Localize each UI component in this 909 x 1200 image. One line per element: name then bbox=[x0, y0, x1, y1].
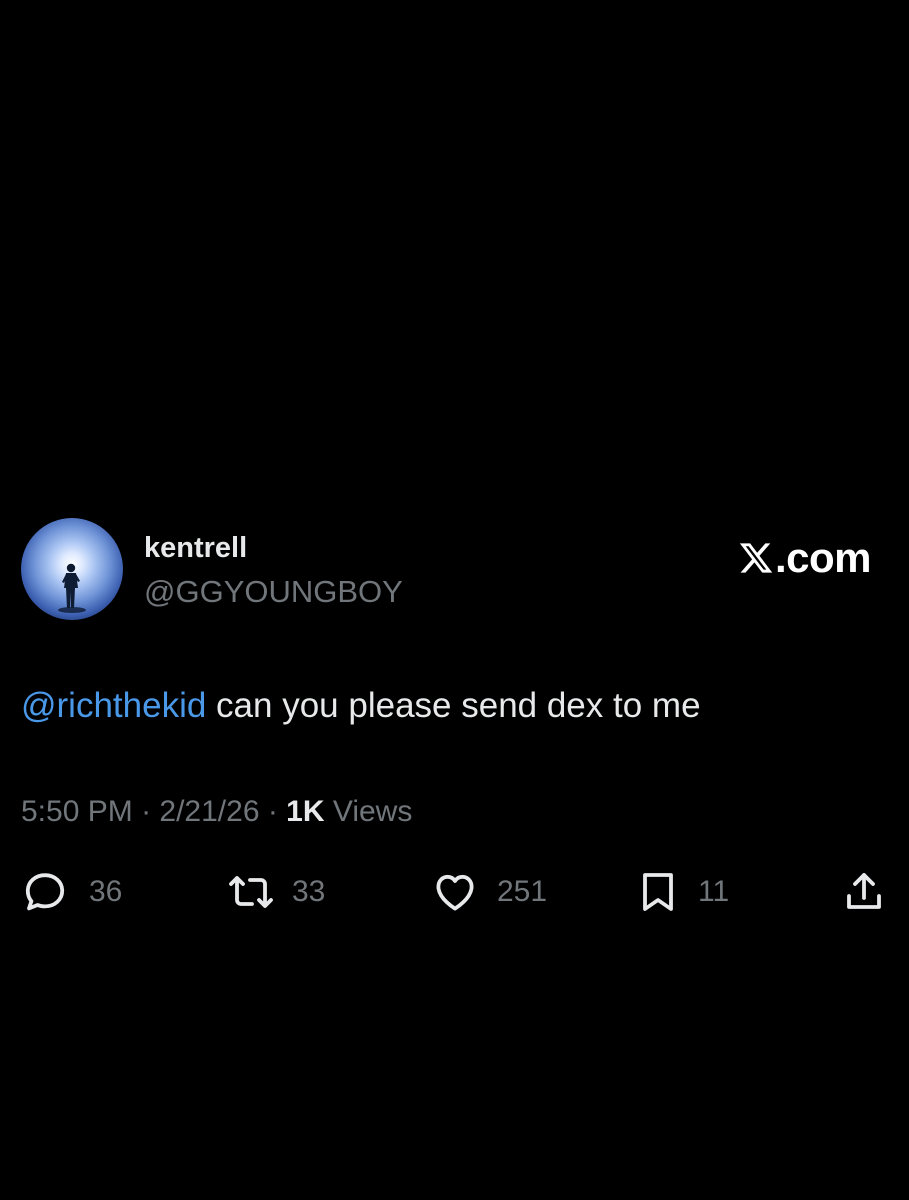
reply-count: 36 bbox=[89, 875, 123, 908]
tweet-body: can you please send dex to me bbox=[206, 686, 701, 725]
mention-link[interactable]: @richthekid bbox=[21, 686, 206, 725]
action-bar: 36 33 251 11 bbox=[0, 866, 909, 918]
like-count: 251 bbox=[497, 875, 548, 908]
avatar[interactable] bbox=[21, 518, 123, 620]
bookmark-button[interactable]: 11 bbox=[636, 866, 729, 918]
display-name[interactable]: kentrell bbox=[144, 530, 247, 566]
reply-button[interactable]: 36 bbox=[21, 866, 122, 918]
like-button[interactable]: 251 bbox=[431, 866, 547, 918]
tweet-meta: 5:50 PM · 2/21/26 · 1K Views bbox=[21, 792, 412, 832]
user-handle[interactable]: @GGYOUNGBOY bbox=[144, 573, 403, 611]
brand-suffix: .com bbox=[774, 534, 872, 581]
views-label: Views bbox=[324, 795, 413, 828]
brand-logo: .com bbox=[738, 534, 872, 582]
share-button[interactable] bbox=[840, 866, 888, 918]
views-count[interactable]: 1K bbox=[286, 795, 324, 828]
bookmark-icon bbox=[643, 873, 673, 911]
tweet-time[interactable]: 5:50 PM bbox=[21, 795, 133, 828]
tweet-date[interactable]: 2/21/26 bbox=[159, 795, 259, 828]
repost-button[interactable]: 33 bbox=[226, 866, 325, 918]
repost-icon bbox=[229, 876, 273, 908]
share-icon bbox=[847, 873, 881, 909]
reply-icon bbox=[25, 873, 65, 911]
repost-count: 33 bbox=[292, 875, 326, 908]
meta-separator: · bbox=[132, 795, 160, 828]
meta-separator: · bbox=[259, 795, 287, 828]
x-logo-icon bbox=[739, 543, 773, 573]
bookmark-count: 11 bbox=[698, 875, 730, 908]
tweet-card: kentrell @GGYOUNGBOY .com @richthekid ca… bbox=[0, 0, 909, 1200]
like-icon bbox=[436, 874, 474, 911]
tweet-text: @richthekid can you please send dex to m… bbox=[21, 684, 701, 728]
